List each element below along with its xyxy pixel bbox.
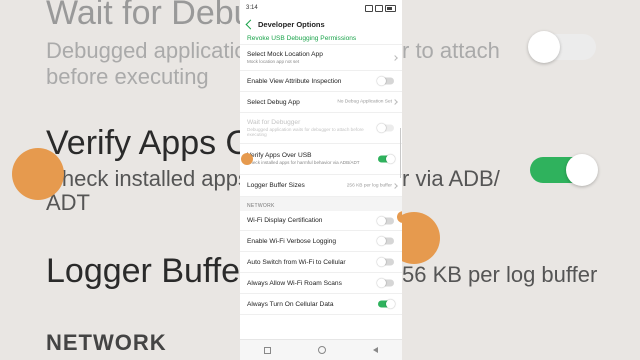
bg-network-header: NETWORK: [46, 330, 167, 355]
navigation-bar: [240, 339, 402, 360]
background-right-panel: r to attach r via ADB/ 56 KB per log buf…: [402, 0, 640, 360]
row-verify-usb[interactable]: Verify Apps Over USB Check installed app…: [240, 144, 402, 175]
floating-assist-button[interactable]: [241, 153, 253, 165]
row-logger-buffer[interactable]: Logger Buffer Sizes 256 KB per log buffe…: [240, 175, 402, 197]
view-attribute-title: Enable View Attribute Inspection: [247, 77, 342, 85]
wait-debugger-title: Wait for Debugger: [247, 118, 301, 126]
roam-scans-title: Always Allow Wi-Fi Roam Scans: [247, 279, 342, 287]
scrollbar[interactable]: [399, 128, 401, 178]
bg-verify-title: Verify Apps Over: [46, 124, 240, 162]
toggle-knob: [377, 123, 386, 133]
back-icon[interactable]: [373, 347, 379, 353]
bg-wait-for-debugger: Wait for Debugger: [46, 0, 240, 32]
bg-attach-fragment: r to attach: [402, 38, 500, 63]
chevron-right-icon: [392, 54, 398, 61]
app-bar: Developer Options: [240, 16, 402, 32]
status-time: 3:14: [246, 5, 258, 11]
home-icon[interactable]: [317, 346, 326, 354]
auto-switch-toggle[interactable]: [377, 257, 394, 267]
wait-debugger-subtitle: Debugged application waits for debugger …: [247, 126, 364, 137]
background-left-panel: Wait for Debugger Debugged application b…: [0, 0, 240, 360]
revoke-usb-label: Revoke USB Debugging Permissions: [247, 34, 357, 42]
network-section-header: NETWORK: [240, 197, 402, 211]
bg-adb-fragment: r via ADB/: [402, 166, 500, 191]
status-icons: [365, 4, 396, 12]
recents-icon[interactable]: [263, 346, 271, 354]
page-title: Developer Options: [258, 19, 325, 29]
row-debug-app[interactable]: Select Debug App No Debug Application Se…: [240, 92, 402, 113]
bg-toggle-disabled: [528, 31, 596, 63]
bg-buffer-fragment: 56 KB per log buffer: [402, 262, 598, 287]
bg-fab-right: [402, 212, 440, 264]
floating-edge-button[interactable]: [397, 211, 402, 223]
bg-verify-desc: Check installed apps: [46, 166, 240, 191]
row-view-attribute[interactable]: Enable View Attribute Inspection: [240, 71, 402, 92]
bg-toggle-on: [530, 154, 598, 186]
back-arrow-icon[interactable]: [245, 19, 256, 29]
bg-debugged-desc-2: before executing: [46, 64, 209, 89]
row-mock-location[interactable]: Select Mock Location App Mock location a…: [240, 45, 402, 71]
row-wifi-verbose[interactable]: Enable Wi-Fi Verbose Logging: [240, 231, 402, 252]
verify-usb-title: Verify Apps Over USB: [247, 152, 312, 160]
bg-debugged-desc: Debugged application: [46, 38, 240, 63]
wait-debugger-toggle: [377, 123, 394, 133]
row-revoke-usb[interactable]: Revoke USB Debugging Permissions: [240, 32, 402, 45]
verify-usb-subtitle: Check installed apps for harmful behavio…: [247, 160, 360, 166]
row-cellular-data[interactable]: Always Turn On Cellular Data: [240, 294, 402, 315]
toggle-knob: [377, 216, 386, 225]
toggle-knob: [386, 154, 395, 164]
toggle-knob: [377, 278, 386, 288]
logger-buffer-value: 256 KB per log buffer: [346, 183, 392, 188]
view-attribute-toggle[interactable]: [377, 76, 394, 86]
cellular-data-toggle[interactable]: [378, 299, 395, 309]
debug-app-value: No Debug Application Set: [337, 99, 392, 105]
chevron-right-icon: [392, 182, 398, 189]
row-auto-switch[interactable]: Auto Switch from Wi-Fi to Cellular: [240, 252, 402, 273]
toggle-knob: [386, 299, 395, 309]
row-roam-scans[interactable]: Always Allow Wi-Fi Roam Scans: [240, 273, 402, 294]
bg-fab: [12, 148, 64, 200]
mock-location-subtitle: Mock location app not set: [247, 58, 300, 64]
bg-logger-title: Logger Buffer Si: [46, 252, 240, 290]
signal-icon: [365, 4, 373, 12]
status-bar: 3:14: [240, 0, 402, 16]
wifi-display-toggle[interactable]: [377, 216, 394, 225]
wifi-verbose-toggle[interactable]: [377, 236, 394, 246]
wifi-icon: [375, 4, 383, 12]
cellular-data-title: Always Turn On Cellular Data: [247, 300, 334, 308]
phone-screen: 3:14 Developer Options Revoke USB Debugg…: [240, 0, 402, 360]
wifi-verbose-title: Enable Wi-Fi Verbose Logging: [247, 237, 337, 245]
wifi-display-title: Wi-Fi Display Certification: [247, 217, 323, 224]
settings-list: Revoke USB Debugging Permissions Select …: [240, 32, 402, 315]
verify-usb-toggle[interactable]: [378, 154, 395, 164]
battery-icon: [385, 4, 396, 12]
row-wait-debugger: Wait for Debugger Debugged application w…: [240, 113, 402, 144]
toggle-knob: [377, 257, 386, 267]
roam-scans-toggle[interactable]: [377, 278, 394, 288]
toggle-knob: [377, 236, 386, 246]
auto-switch-title: Auto Switch from Wi-Fi to Cellular: [247, 258, 346, 266]
row-wifi-display[interactable]: Wi-Fi Display Certification: [240, 211, 402, 231]
mock-location-title: Select Mock Location App: [247, 50, 323, 58]
toggle-knob: [377, 76, 386, 86]
